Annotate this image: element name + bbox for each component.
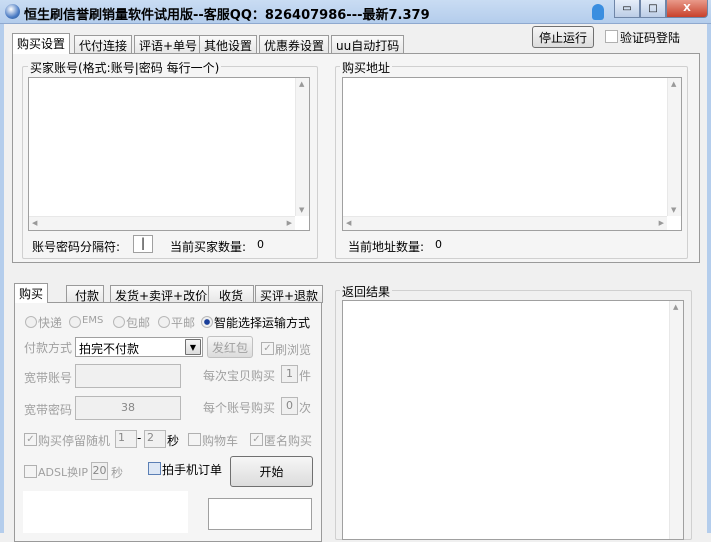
broadband-account-input[interactable]: [75, 364, 181, 388]
vertical-scrollbar[interactable]: ▲ ▼: [667, 78, 681, 216]
anonymous-checkbox[interactable]: ✓: [250, 433, 263, 446]
result-textarea[interactable]: ▲: [342, 300, 684, 540]
adsl-unit: 秒: [111, 466, 124, 480]
express-label: 快递: [38, 316, 63, 330]
stop-button[interactable]: 停止运行: [532, 26, 594, 48]
surface-mail-label: 平邮: [171, 316, 196, 330]
stay-random-checkbox[interactable]: ✓: [24, 433, 37, 446]
smart-shipping-label: 智能选择运输方式: [214, 316, 311, 330]
adsl-label: ADSL换IP: [38, 466, 88, 479]
per-account-unit: 次: [299, 401, 312, 415]
address-count: 0: [435, 238, 442, 251]
ems-label: EMS: [82, 315, 104, 326]
stay-max-input[interactable]: 2: [144, 430, 166, 448]
captcha-login-label: 验证码登陆: [620, 31, 681, 45]
status-box[interactable]: [208, 498, 312, 530]
payment-method-label: 付款方式: [24, 341, 73, 355]
radio-smart-shipping[interactable]: [201, 316, 213, 328]
horizontal-scrollbar[interactable]: ◀ ▶: [29, 216, 295, 230]
mobile-order-checkbox[interactable]: [148, 462, 161, 475]
vertical-scrollbar[interactable]: ▲ ▼: [295, 78, 309, 216]
window-frame-right: [707, 24, 711, 533]
brush-views-checkbox[interactable]: ✓: [261, 342, 274, 355]
stay-random-label: 购买停留随机: [38, 434, 111, 448]
tab-uu-captcha[interactable]: uu自动打码: [331, 35, 405, 53]
chevron-down-icon[interactable]: ▼: [185, 339, 201, 355]
radio-express[interactable]: [25, 316, 37, 328]
separator-input[interactable]: |: [133, 235, 153, 253]
tab-coupon-settings[interactable]: 优惠券设置: [259, 35, 330, 53]
buyer-count-label: 当前买家数量:: [170, 240, 247, 254]
per-item-label: 每次宝贝购买: [203, 369, 276, 383]
stay-dash: -: [137, 431, 142, 445]
log-area: [23, 491, 188, 533]
free-shipping-label: 包邮: [126, 316, 151, 330]
start-button[interactable]: 开始: [230, 456, 313, 487]
broadband-password-input[interactable]: 38: [75, 396, 181, 420]
tab-buy[interactable]: 购买: [14, 283, 49, 303]
tab-comments-orders[interactable]: 评语+单号: [134, 35, 203, 53]
adsl-checkbox[interactable]: [24, 465, 37, 478]
address-label: 购买地址: [340, 59, 393, 76]
radio-ems[interactable]: [69, 316, 81, 328]
tab-receive[interactable]: 收货: [208, 285, 254, 303]
stay-min-input[interactable]: 1: [115, 430, 137, 448]
minimize-button[interactable]: ▭: [614, 0, 640, 18]
result-label: 返回结果: [340, 283, 393, 300]
vertical-scrollbar[interactable]: ▲: [669, 301, 683, 539]
address-count-label: 当前地址数量:: [348, 240, 425, 254]
tab-payment-link[interactable]: 代付连接: [74, 35, 133, 53]
close-button[interactable]: X: [666, 0, 708, 18]
stay-unit: 秒: [167, 434, 180, 448]
captcha-login-checkbox[interactable]: [605, 30, 618, 43]
per-item-unit: 件: [299, 369, 312, 383]
tab-other-settings[interactable]: 其他设置: [199, 35, 258, 53]
buyer-account-label: 买家账号(格式:账号|密码 每行一个): [28, 59, 222, 76]
payment-method-value: 拍完不付款: [79, 342, 140, 356]
payment-method-select[interactable]: 拍完不付款 ▼: [75, 337, 203, 357]
tab-review-refund[interactable]: 买评+退款: [255, 285, 324, 303]
qq-icon: [592, 4, 604, 20]
address-textarea[interactable]: ▲ ▼ ◀ ▶: [342, 77, 682, 231]
per-item-input[interactable]: 1: [281, 365, 298, 383]
window-frame-left: [0, 24, 4, 533]
buyer-account-textarea[interactable]: ▲ ▼ ◀ ▶: [28, 77, 310, 231]
per-account-input[interactable]: 0: [281, 397, 298, 415]
anonymous-label: 匿名购买: [264, 434, 313, 448]
broadband-account-label: 宽带账号: [24, 371, 73, 385]
radio-surface-mail[interactable]: [158, 316, 170, 328]
app-icon: [5, 4, 20, 19]
red-packet-button[interactable]: 发红包: [207, 336, 253, 358]
separator-label: 账号密码分隔符:: [32, 240, 121, 254]
tab-ship-review-price[interactable]: 发货+卖评+改价: [110, 285, 213, 303]
maximize-button[interactable]: □: [640, 0, 666, 18]
window-title: 恒生刷信誉刷销量软件试用版--客服QQ：826407986---最新7.379: [24, 8, 430, 23]
brush-views-label: 刷浏览: [275, 343, 312, 357]
tab-purchase-settings[interactable]: 购买设置: [12, 33, 71, 54]
cart-label: 购物车: [202, 434, 239, 448]
radio-free-shipping[interactable]: [113, 316, 125, 328]
adsl-seconds-input[interactable]: 20: [91, 462, 108, 480]
cart-checkbox[interactable]: [188, 433, 201, 446]
tab-pay[interactable]: 付款: [66, 285, 105, 303]
horizontal-scrollbar[interactable]: ◀ ▶: [343, 216, 667, 230]
broadband-password-label: 宽带密码: [24, 403, 73, 417]
buyer-count: 0: [257, 238, 264, 251]
mobile-order-label: 拍手机订单: [162, 463, 223, 477]
per-account-label: 每个账号购买: [203, 401, 276, 415]
